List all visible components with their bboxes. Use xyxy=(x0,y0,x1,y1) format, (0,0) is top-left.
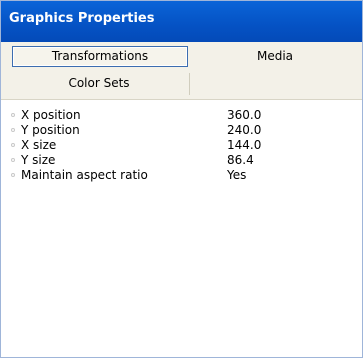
property-value[interactable]: 360.0 xyxy=(227,108,261,123)
property-name: X position xyxy=(21,108,81,122)
property-value[interactable]: 144.0 xyxy=(227,138,261,153)
property-row-y-size[interactable]: Y size 86.4 xyxy=(1,153,362,168)
property-value[interactable]: 86.4 xyxy=(227,153,254,168)
property-list: X position 360.0 Y position 240.0 X size… xyxy=(1,108,362,183)
bullet-icon xyxy=(11,113,15,117)
property-value[interactable]: 240.0 xyxy=(227,123,261,138)
bullet-icon xyxy=(11,158,15,162)
graphics-properties-panel: Graphics Properties Transformations Medi… xyxy=(0,0,363,358)
property-row-x-size[interactable]: X size 144.0 xyxy=(1,138,362,153)
property-name: Y size xyxy=(21,153,56,167)
property-row-y-position[interactable]: Y position 240.0 xyxy=(1,123,362,138)
bullet-icon xyxy=(11,173,15,177)
tab-media[interactable]: Media xyxy=(191,46,359,67)
panel-title: Graphics Properties xyxy=(1,1,362,42)
property-value[interactable]: Yes xyxy=(227,168,246,183)
property-name: Maintain aspect ratio xyxy=(21,168,148,182)
tab-divider xyxy=(189,73,190,95)
property-row-x-position[interactable]: X position 360.0 xyxy=(1,108,362,123)
property-name: Y position xyxy=(21,123,80,137)
property-name: X size xyxy=(21,138,57,152)
tab-strip: Transformations Media Color Sets xyxy=(1,42,362,100)
tab-color-sets[interactable]: Color Sets xyxy=(12,73,186,94)
bullet-icon xyxy=(11,143,15,147)
tab-transformations[interactable]: Transformations xyxy=(12,46,188,67)
property-row-maintain-aspect-ratio[interactable]: Maintain aspect ratio Yes xyxy=(1,168,362,183)
bullet-icon xyxy=(11,128,15,132)
